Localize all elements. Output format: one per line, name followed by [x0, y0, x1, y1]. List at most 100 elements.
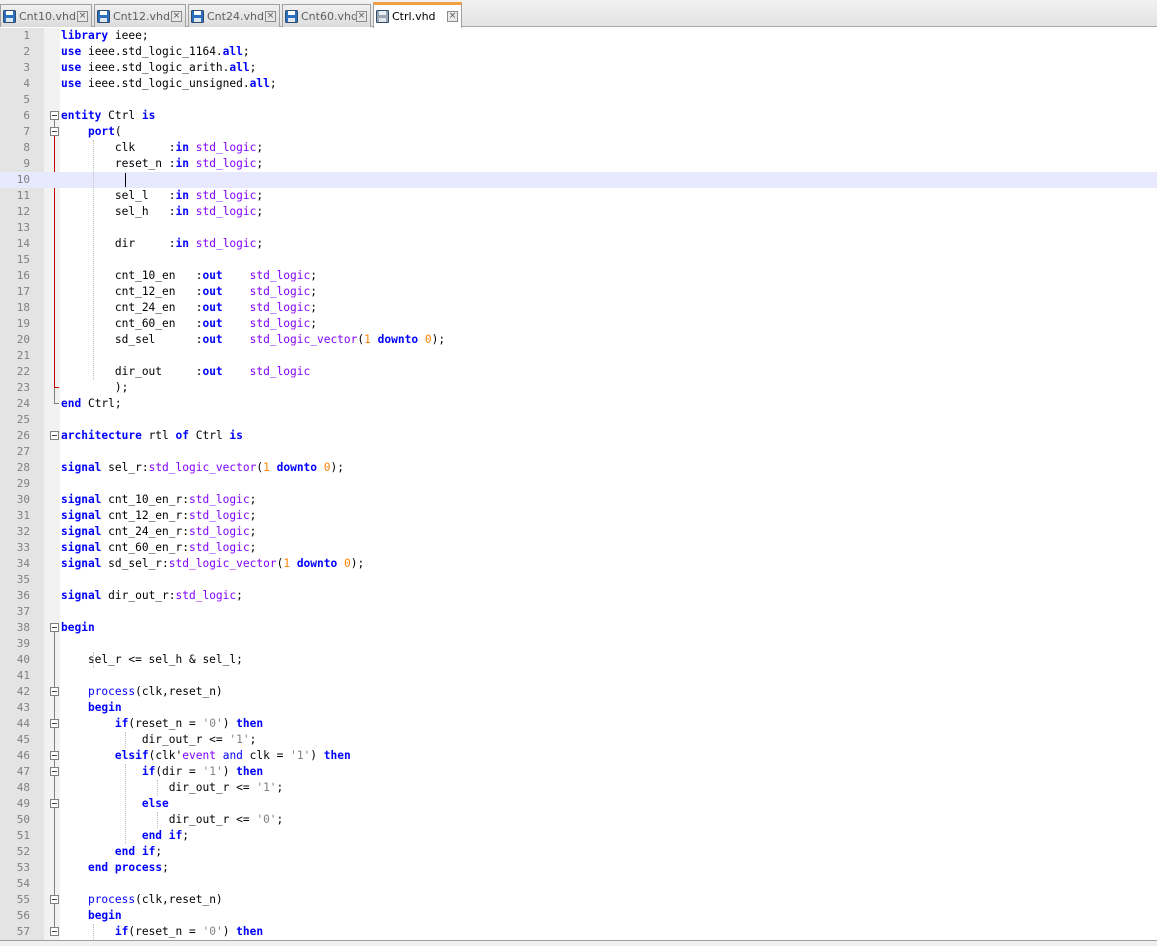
line-number: 4: [23, 77, 30, 90]
code-line[interactable]: 56 begin: [0, 908, 1157, 924]
code-line[interactable]: 38 begin: [0, 620, 1157, 636]
code-line[interactable]: 31 signal cnt_12_en_r:std_logic;: [0, 508, 1157, 524]
code-line[interactable]: 47 if(dir = '1') then: [0, 764, 1157, 780]
code-line[interactable]: 13: [0, 220, 1157, 236]
line-number: 13: [16, 221, 30, 234]
code-line[interactable]: 2 use ieee.std_logic_1164.all;: [0, 44, 1157, 60]
close-tab-icon[interactable]: ×: [265, 10, 276, 22]
code-line[interactable]: 35: [0, 572, 1157, 588]
tab-cnt24-vhd[interactable]: Cnt24.vhd ×: [188, 4, 280, 27]
line-number: 38: [16, 621, 30, 634]
code-line[interactable]: 21: [0, 348, 1157, 364]
code-line[interactable]: 24 end Ctrl;: [0, 396, 1157, 412]
code-line[interactable]: 37: [0, 604, 1157, 620]
code-line[interactable]: 11 sel_l :in std_logic;: [0, 188, 1157, 204]
close-tab-icon[interactable]: ×: [171, 10, 182, 22]
code-line[interactable]: 41: [0, 668, 1157, 684]
code-line[interactable]: 20 sd_sel :out std_logic_vector(1 downto…: [0, 332, 1157, 348]
line-number: 41: [16, 669, 30, 682]
code-line[interactable]: 10: [0, 172, 1157, 188]
code-text: library ieee;: [61, 29, 149, 42]
code-text: signal sd_sel_r:std_logic_vector(1 downt…: [61, 557, 365, 570]
code-line[interactable]: 46 elsif(clk'event and clk = '1') then: [0, 748, 1157, 764]
code-line[interactable]: 29: [0, 476, 1157, 492]
code-line[interactable]: 15: [0, 252, 1157, 268]
indent-guide: [125, 732, 126, 748]
code-line[interactable]: 4 use ieee.std_logic_unsigned.all;: [0, 76, 1157, 92]
code-line[interactable]: 6 entity Ctrl is: [0, 108, 1157, 124]
line-number: 27: [16, 445, 30, 458]
code-line[interactable]: 14 dir :in std_logic;: [0, 236, 1157, 252]
close-tab-icon[interactable]: ×: [77, 10, 88, 22]
code-line[interactable]: 36 signal dir_out_r:std_logic;: [0, 588, 1157, 604]
code-line[interactable]: 44 if(reset_n = '0') then: [0, 716, 1157, 732]
line-number: 25: [16, 413, 30, 426]
code-line[interactable]: 1 library ieee;: [0, 28, 1157, 44]
code-line[interactable]: 33 signal cnt_60_en_r:std_logic;: [0, 540, 1157, 556]
code-text: dir_out_r <= '0';: [61, 813, 284, 826]
line-number: 49: [16, 797, 30, 810]
tab-cnt60-vhd[interactable]: Cnt60.vhd ×: [282, 4, 371, 27]
code-line[interactable]: 28 signal sel_r:std_logic_vector(1 downto…: [0, 460, 1157, 476]
line-number: 23: [16, 381, 30, 394]
code-line[interactable]: 52 end if;: [0, 844, 1157, 860]
code-line[interactable]: 3 use ieee.std_logic_arith.all;: [0, 60, 1157, 76]
code-line[interactable]: 26 architecture rtl of Ctrl is: [0, 428, 1157, 444]
code-line[interactable]: 48 dir_out_r <= '1';: [0, 780, 1157, 796]
code-line[interactable]: 12 sel_h :in std_logic;: [0, 204, 1157, 220]
tab-label: Cnt60.vhd: [301, 9, 356, 23]
floppy-blue-icon: [97, 9, 110, 23]
code-line[interactable]: 45 dir_out_r <= '1';: [0, 732, 1157, 748]
code-line[interactable]: 17 cnt_12_en :out std_logic;: [0, 284, 1157, 300]
line-number: 11: [16, 189, 30, 202]
code-text: sd_sel :out std_logic_vector(1 downto 0)…: [61, 333, 446, 346]
code-line[interactable]: 32 signal cnt_24_en_r:std_logic;: [0, 524, 1157, 540]
code-line[interactable]: 23 );: [0, 380, 1157, 396]
code-line[interactable]: 54: [0, 876, 1157, 892]
code-editor[interactable]: 1 library ieee; 2 use ieee.std_logic_1164.a…: [0, 28, 1157, 940]
code-line[interactable]: 25: [0, 412, 1157, 428]
line-number: 54: [16, 877, 30, 890]
tab-ctrl-vhd[interactable]: Ctrl.vhd ×: [373, 2, 462, 28]
floppy-gray-icon: [376, 10, 389, 23]
code-text: if(reset_n = '0') then: [114, 925, 264, 938]
code-line[interactable]: 19 cnt_60_en :out std_logic;: [0, 316, 1157, 332]
code-line[interactable]: 22 dir_out :out std_logic: [0, 364, 1157, 380]
code-line[interactable]: 5: [0, 92, 1157, 108]
code-line[interactable]: 27: [0, 444, 1157, 460]
line-number: 20: [16, 333, 30, 346]
code-line[interactable]: 30 signal cnt_10_en_r:std_logic;: [0, 492, 1157, 508]
code-line[interactable]: 43 begin: [0, 700, 1157, 716]
tab-cnt10-vhd[interactable]: Cnt10.vhd ×: [0, 4, 92, 27]
code-line[interactable]: 40 sel_r <= sel_h & sel_l;: [0, 652, 1157, 668]
tab-cnt12-vhd[interactable]: Cnt12.vhd ×: [94, 4, 186, 27]
floppy-blue-icon: [191, 9, 204, 23]
code-line[interactable]: 8 clk :in std_logic;: [0, 140, 1157, 156]
tab-label: Cnt24.vhd: [207, 9, 264, 23]
code-line[interactable]: 18 cnt_24_en :out std_logic;: [0, 300, 1157, 316]
code-line[interactable]: 39: [0, 636, 1157, 652]
line-number: 10: [16, 173, 30, 186]
line-number: 15: [16, 253, 30, 266]
code-line[interactable]: 50 dir_out_r <= '0';: [0, 812, 1157, 828]
code-line[interactable]: 16 cnt_10_en :out std_logic;: [0, 268, 1157, 284]
code-line[interactable]: 42 process(clk,reset_n): [0, 684, 1157, 700]
line-number: 35: [16, 573, 30, 586]
status-bar: [0, 940, 1157, 946]
code-text: cnt_60_en :out std_logic;: [61, 317, 317, 330]
code-line[interactable]: 34 signal sd_sel_r:std_logic_vector(1 dow…: [0, 556, 1157, 572]
code-line[interactable]: 53 end process;: [0, 860, 1157, 876]
code-text: begin: [87, 701, 122, 714]
code-line[interactable]: 51 end if;: [0, 828, 1157, 844]
code-line[interactable]: 9 reset_n :in std_logic;: [0, 156, 1157, 172]
code-line[interactable]: 7 port(: [0, 124, 1157, 140]
line-number: 52: [16, 845, 30, 858]
code-text: end Ctrl;: [61, 397, 122, 410]
line-number: 6: [23, 109, 30, 122]
close-tab-icon[interactable]: ×: [447, 11, 458, 22]
code-line[interactable]: 55 process(clk,reset_n): [0, 892, 1157, 908]
notepad-plus-plus-window: Cnt10.vhd × Cnt12.vhd × Cnt24.vhd × Cnt60.vhd ×…: [0, 0, 1157, 946]
code-line[interactable]: 57 if(reset_n = '0') then: [0, 924, 1157, 940]
close-tab-icon[interactable]: ×: [356, 10, 367, 22]
code-line[interactable]: 49 else: [0, 796, 1157, 812]
